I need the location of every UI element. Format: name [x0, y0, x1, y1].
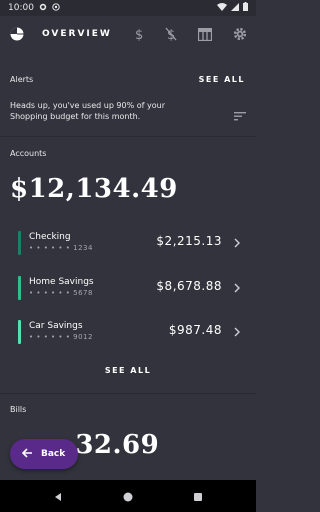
nav-back-icon[interactable] — [53, 487, 63, 506]
account-color-bar — [18, 320, 21, 344]
account-number: • • • • • • 5678 — [29, 289, 93, 297]
account-number: • • • • • • 1234 — [29, 244, 93, 252]
dollar-icon[interactable]: $ — [134, 26, 144, 42]
table-icon[interactable] — [197, 26, 212, 42]
account-name: Checking — [29, 232, 71, 242]
alerts-label: Alerts — [10, 75, 34, 84]
accounts-total: $12,134.49 — [10, 174, 178, 204]
alert-message: Heads up, you've used up 90% of your Sho… — [10, 101, 165, 121]
top-tab-bar: OVERVIEW $ $ — [0, 16, 256, 52]
alerts-see-all-button[interactable]: SEE ALL — [199, 75, 245, 84]
at-sign-status-icon — [52, 2, 60, 14]
account-name: Car Savings — [29, 321, 83, 331]
account-row-home-savings[interactable]: Home Savings • • • • • • 5678 $8,678.88 — [18, 276, 248, 300]
signal-icon — [231, 2, 239, 14]
back-button[interactable]: Back — [10, 439, 78, 469]
chevron-right-icon — [232, 280, 242, 294]
account-row-car-savings[interactable]: Car Savings • • • • • • 9012 $987.48 — [18, 320, 248, 344]
bills-total-visible-part: 32.69 — [75, 430, 160, 460]
status-time: 10:00 — [8, 3, 34, 13]
account-name: Home Savings — [29, 277, 94, 287]
nav-home-icon[interactable] — [123, 487, 133, 506]
tab-overview[interactable]: OVERVIEW — [42, 29, 112, 39]
sort-icon[interactable] — [234, 106, 246, 121]
account-color-bar — [18, 276, 21, 300]
account-color-bar — [18, 231, 21, 255]
bills-label: Bills — [10, 405, 27, 414]
account-number: • • • • • • 9012 — [29, 333, 93, 341]
divider — [0, 136, 256, 137]
account-amount: $8,678.88 — [156, 279, 222, 293]
accounts-label: Accounts — [10, 149, 47, 158]
account-amount: $987.48 — [168, 323, 222, 337]
money-off-icon[interactable]: $ — [165, 26, 177, 42]
back-button-label: Back — [41, 449, 66, 459]
chevron-right-icon — [232, 235, 242, 249]
battery-icon — [243, 2, 248, 14]
svg-text:$: $ — [135, 28, 143, 41]
gear-icon[interactable] — [233, 26, 247, 42]
accounts-see-all-button[interactable]: SEE ALL — [0, 366, 256, 375]
system-nav-bar — [0, 480, 256, 512]
nav-recents-icon[interactable] — [193, 487, 203, 506]
status-bar: 10:00 — [0, 0, 256, 16]
account-amount: $2,215.13 — [156, 234, 222, 248]
divider — [0, 393, 256, 394]
wifi-icon — [217, 2, 227, 14]
chevron-right-icon — [232, 324, 242, 338]
settings-status-icon — [39, 3, 47, 14]
arrow-left-icon — [21, 447, 33, 461]
account-row-checking[interactable]: Checking • • • • • • 1234 $2,215.13 — [18, 231, 248, 255]
pie-chart-logo-icon[interactable] — [10, 26, 24, 42]
